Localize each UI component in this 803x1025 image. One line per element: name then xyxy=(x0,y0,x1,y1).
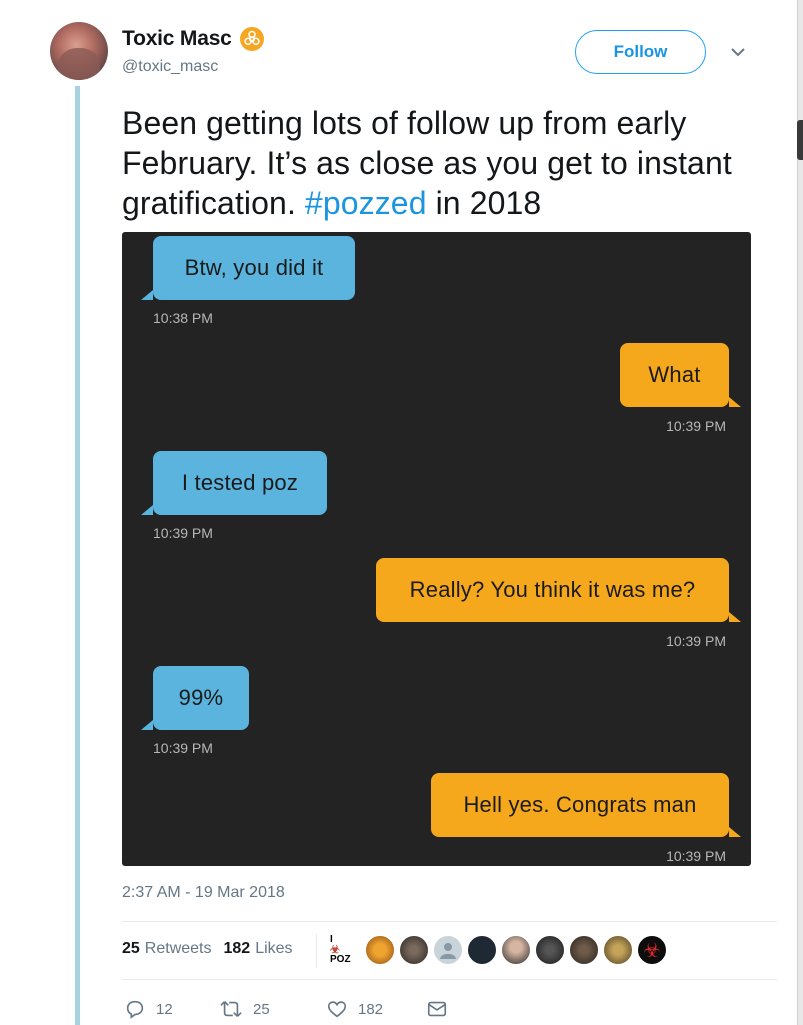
chat-screenshot[interactable]: Btw, you did it 10:38 PM What 10:39 PM I… xyxy=(122,232,751,866)
thread-line xyxy=(75,86,80,1025)
likes-label: Likes xyxy=(255,940,293,957)
scrollbar-thumb[interactable] xyxy=(797,120,803,160)
chat-bubble-incoming: Btw, you did it xyxy=(141,236,355,300)
liker-avatar[interactable] xyxy=(602,934,634,966)
like-action[interactable]: 182 xyxy=(326,998,426,1020)
likers-avatars: I ☣ POZ ☣ xyxy=(330,934,670,966)
hashtag-link[interactable]: #pozzed xyxy=(305,185,427,221)
liker-avatar[interactable] xyxy=(500,934,532,966)
retweet-count: 25 xyxy=(253,1000,270,1018)
avatar[interactable] xyxy=(50,22,108,80)
liker-avatar-ipoz[interactable]: I ☣ POZ xyxy=(330,934,358,966)
follow-button[interactable]: Follow xyxy=(575,30,706,74)
chat-time: 10:39 PM xyxy=(153,525,213,541)
retweet-action[interactable]: 25 xyxy=(219,998,326,1020)
chat-time: 10:39 PM xyxy=(153,740,213,756)
stats-divider xyxy=(316,934,317,968)
divider xyxy=(122,921,777,922)
liker-avatar[interactable] xyxy=(568,934,600,966)
chat-bubble-outgoing: Really? You think it was me? xyxy=(376,558,741,622)
tweet-timestamp[interactable]: 2:37 AM - 19 Mar 2018 xyxy=(122,884,285,902)
chevron-down-icon[interactable] xyxy=(728,42,748,62)
tweet-actions: 12 25 182 xyxy=(124,998,458,1020)
retweets-label: Retweets xyxy=(144,940,212,957)
default-avatar-icon[interactable] xyxy=(432,934,464,966)
handle[interactable]: @toxic_masc xyxy=(122,58,218,76)
tweet-text-after: in 2018 xyxy=(426,185,542,221)
envelope-icon xyxy=(427,1001,447,1017)
biohazard-icon xyxy=(239,27,264,51)
display-name[interactable]: Toxic Masc xyxy=(122,27,232,51)
chat-time: 10:39 PM xyxy=(666,418,726,434)
chat-bubble-incoming: I tested poz xyxy=(141,451,327,515)
likes-stat[interactable]: 182 Likes xyxy=(224,940,293,958)
chat-bubble-incoming: 99% xyxy=(141,666,249,730)
chat-time: 10:39 PM xyxy=(666,848,726,864)
reply-action[interactable]: 12 xyxy=(124,998,219,1020)
retweets-count: 25 xyxy=(122,940,140,957)
chat-bubble-outgoing: What xyxy=(620,343,741,407)
heart-icon xyxy=(327,1001,347,1018)
reply-count: 12 xyxy=(156,1000,173,1018)
tweet-stats: 25 Retweets 182 Likes xyxy=(122,940,305,958)
biohazard-icon[interactable]: ☣ xyxy=(636,934,668,966)
likes-count: 182 xyxy=(223,940,251,957)
chat-time: 10:39 PM xyxy=(666,633,726,649)
reply-icon xyxy=(126,1000,144,1019)
retweets-stat[interactable]: 25 Retweets xyxy=(122,940,212,958)
chat-time: 10:38 PM xyxy=(153,310,213,326)
retweet-icon xyxy=(220,1001,242,1017)
divider xyxy=(122,979,777,980)
tweet-text: Been getting lots of follow up from earl… xyxy=(122,103,762,223)
liker-avatar[interactable] xyxy=(534,934,566,966)
liker-avatar[interactable] xyxy=(398,934,430,966)
liker-avatar[interactable] xyxy=(364,934,396,966)
liker-avatar[interactable] xyxy=(466,934,498,966)
direct-message-action[interactable] xyxy=(426,998,458,1020)
author-name-row[interactable]: Toxic Masc xyxy=(122,27,264,51)
ipoz-bottom: POZ xyxy=(330,954,351,965)
like-count: 182 xyxy=(358,1000,384,1018)
chat-bubble-outgoing: Hell yes. Congrats man xyxy=(431,773,741,837)
